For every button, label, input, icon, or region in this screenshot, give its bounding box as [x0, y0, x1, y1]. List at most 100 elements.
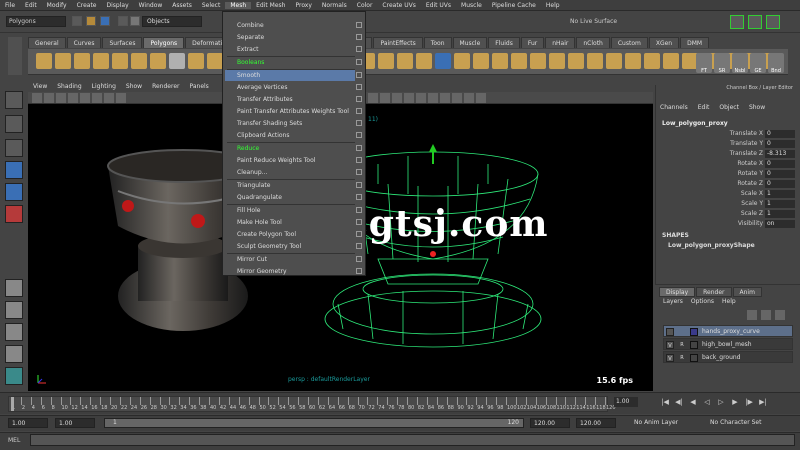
step-forward-key-icon[interactable]: |▶ [744, 397, 754, 407]
mesh-menu-item-extract[interactable]: Extract [237, 44, 259, 55]
new-layer-from-selected-icon[interactable] [761, 310, 771, 320]
option-box-icon[interactable] [356, 207, 362, 213]
command-input[interactable] [30, 434, 795, 446]
layer-name[interactable]: high_bowl_mesh [702, 341, 752, 348]
open-scene-icon[interactable] [86, 16, 96, 26]
channel-value[interactable]: 0 [765, 140, 795, 148]
shelf-tab-fur[interactable]: Fur [520, 37, 545, 48]
option-box-icon[interactable] [356, 194, 362, 200]
shelf-tool-icon[interactable] [397, 53, 413, 69]
panel-toolbar-icon[interactable] [56, 93, 66, 103]
mesh-menu-item-average-vertices[interactable]: Average Vertices [237, 82, 287, 93]
menu-muscle[interactable]: Muscle [456, 2, 487, 9]
panel-toolbar-icon[interactable] [404, 93, 414, 103]
mesh-menu-item-mirror-cut[interactable]: Mirror Cut [237, 254, 267, 265]
shelf-tool-icon[interactable] [74, 53, 90, 69]
menu-edit-uvs[interactable]: Edit UVs [421, 2, 456, 9]
panel-toolbar-icon[interactable] [392, 93, 402, 103]
channel-row[interactable]: Translate X0 [662, 130, 798, 140]
shelf-tool-icon[interactable] [416, 53, 432, 69]
move-tool-icon[interactable] [5, 161, 23, 179]
hypershade-layout-icon[interactable] [5, 367, 23, 385]
shelf-tab-ncloth[interactable]: nCloth [576, 37, 610, 48]
shelf-bnd-icon[interactable]: Bnd [768, 53, 784, 74]
panel-toolbar-icon[interactable] [428, 93, 438, 103]
layer-name[interactable]: back_ground [702, 354, 741, 361]
channel-value[interactable]: 1 [765, 210, 795, 218]
menu-create-uvs[interactable]: Create UVs [377, 2, 420, 9]
new-layer-icon[interactable] [747, 310, 757, 320]
layer-visibility-toggle[interactable]: V [666, 341, 674, 349]
mesh-menu-item-fill-hole[interactable]: Fill Hole [237, 205, 260, 216]
shelf-tool-icon[interactable] [150, 53, 166, 69]
shelf-ge-icon[interactable]: GE [750, 53, 766, 74]
option-box-icon[interactable] [356, 34, 362, 40]
menu-help[interactable]: Help [541, 2, 565, 9]
anim-layer-selector[interactable]: No Anim Layer [634, 419, 678, 426]
shelf-tool-icon[interactable] [188, 53, 204, 69]
shelf-tool-icon[interactable] [587, 53, 603, 69]
step-back-frame-icon[interactable]: ◀ [688, 397, 698, 407]
mesh-menu-item-transfer-attributes[interactable]: Transfer Attributes [237, 94, 293, 105]
shape-name[interactable]: Low_polygon_proxyShape [668, 242, 755, 249]
menu-normals[interactable]: Normals [317, 2, 352, 9]
render-settings-icon[interactable] [766, 15, 780, 29]
mesh-menu-item-create-polygon-tool[interactable]: Create Polygon Tool [237, 229, 296, 240]
mesh-menu-item-triangulate[interactable]: Triangulate [237, 180, 270, 191]
shelf-ft-icon[interactable]: FT [696, 53, 712, 74]
channel-value[interactable]: -8.313 [765, 150, 795, 158]
shelf-tool-icon[interactable] [549, 53, 565, 69]
channel-box-menu-channels[interactable]: Channels [660, 104, 688, 111]
menu-color[interactable]: Color [352, 2, 378, 9]
option-box-icon[interactable] [356, 169, 362, 175]
single-perspective-layout-icon[interactable] [5, 279, 23, 297]
select-tool-icon[interactable] [5, 91, 23, 109]
layer-row[interactable]: hands_proxy_curve [663, 325, 793, 337]
time-ruler[interactable]: 1246810121416182022242628303234363840424… [8, 396, 616, 412]
option-box-icon[interactable] [356, 231, 362, 237]
layer-row[interactable]: V Rback_ground [663, 351, 793, 363]
shelf-tool-icon[interactable] [644, 53, 660, 69]
rotate-tool-icon[interactable] [5, 183, 23, 201]
shelf-nsbl-icon[interactable]: Nsbl [732, 53, 748, 74]
channel-value[interactable]: on [765, 220, 795, 228]
shelf-tab-polygons[interactable]: Polygons [143, 37, 185, 48]
option-box-icon[interactable] [356, 72, 362, 78]
shelf-tab-curves[interactable]: Curves [66, 37, 102, 48]
menu-mesh[interactable]: Mesh [225, 1, 252, 9]
option-box-icon[interactable] [356, 22, 362, 28]
channel-row[interactable]: Rotate Z0 [662, 180, 798, 190]
shelf-sr-icon[interactable]: SR [714, 53, 730, 74]
playback-start-field[interactable]: 1.00 [55, 418, 95, 428]
panel-toolbar-icon[interactable] [368, 93, 378, 103]
layer-color-swatch[interactable] [690, 354, 698, 362]
panel-toolbar-icon[interactable] [116, 93, 126, 103]
option-box-icon[interactable] [356, 59, 362, 65]
shelf-tool-icon[interactable] [169, 53, 185, 69]
select-by-object-icon[interactable] [130, 16, 140, 26]
menu-edit[interactable]: Edit [20, 2, 42, 9]
layer-playback-toggle[interactable]: R [678, 341, 686, 349]
channel-box-menu-edit[interactable]: Edit [698, 104, 710, 111]
mesh-menu-item-quadrangulate[interactable]: Quadrangulate [237, 192, 282, 203]
menu-window[interactable]: Window [134, 2, 168, 9]
layer-tab-anim[interactable]: Anim [732, 287, 762, 297]
channel-row[interactable]: Scale Y1 [662, 200, 798, 210]
new-scene-icon[interactable] [72, 16, 82, 26]
layer-playback-toggle[interactable] [678, 328, 686, 336]
mesh-menu-item-transfer-shading-sets[interactable]: Transfer Shading Sets [237, 118, 302, 129]
shelf-tool-icon[interactable] [36, 53, 52, 69]
channel-value[interactable]: 1 [765, 190, 795, 198]
shelf-menu-icon[interactable] [8, 37, 22, 75]
shelf-tab-muscle[interactable]: Muscle [452, 37, 488, 48]
render-icon[interactable] [730, 15, 744, 29]
menu-select[interactable]: Select [197, 2, 226, 9]
panel-menu-renderer[interactable]: Renderer [147, 83, 184, 90]
channel-row[interactable]: Scale Z1 [662, 210, 798, 220]
option-box-icon[interactable] [356, 268, 362, 274]
go-to-end-icon[interactable]: ▶| [758, 397, 768, 407]
option-box-icon[interactable] [356, 96, 362, 102]
shelf-tool-icon[interactable] [492, 53, 508, 69]
panel-toolbar-icon[interactable] [416, 93, 426, 103]
channel-row[interactable]: Visibility on [662, 220, 798, 230]
